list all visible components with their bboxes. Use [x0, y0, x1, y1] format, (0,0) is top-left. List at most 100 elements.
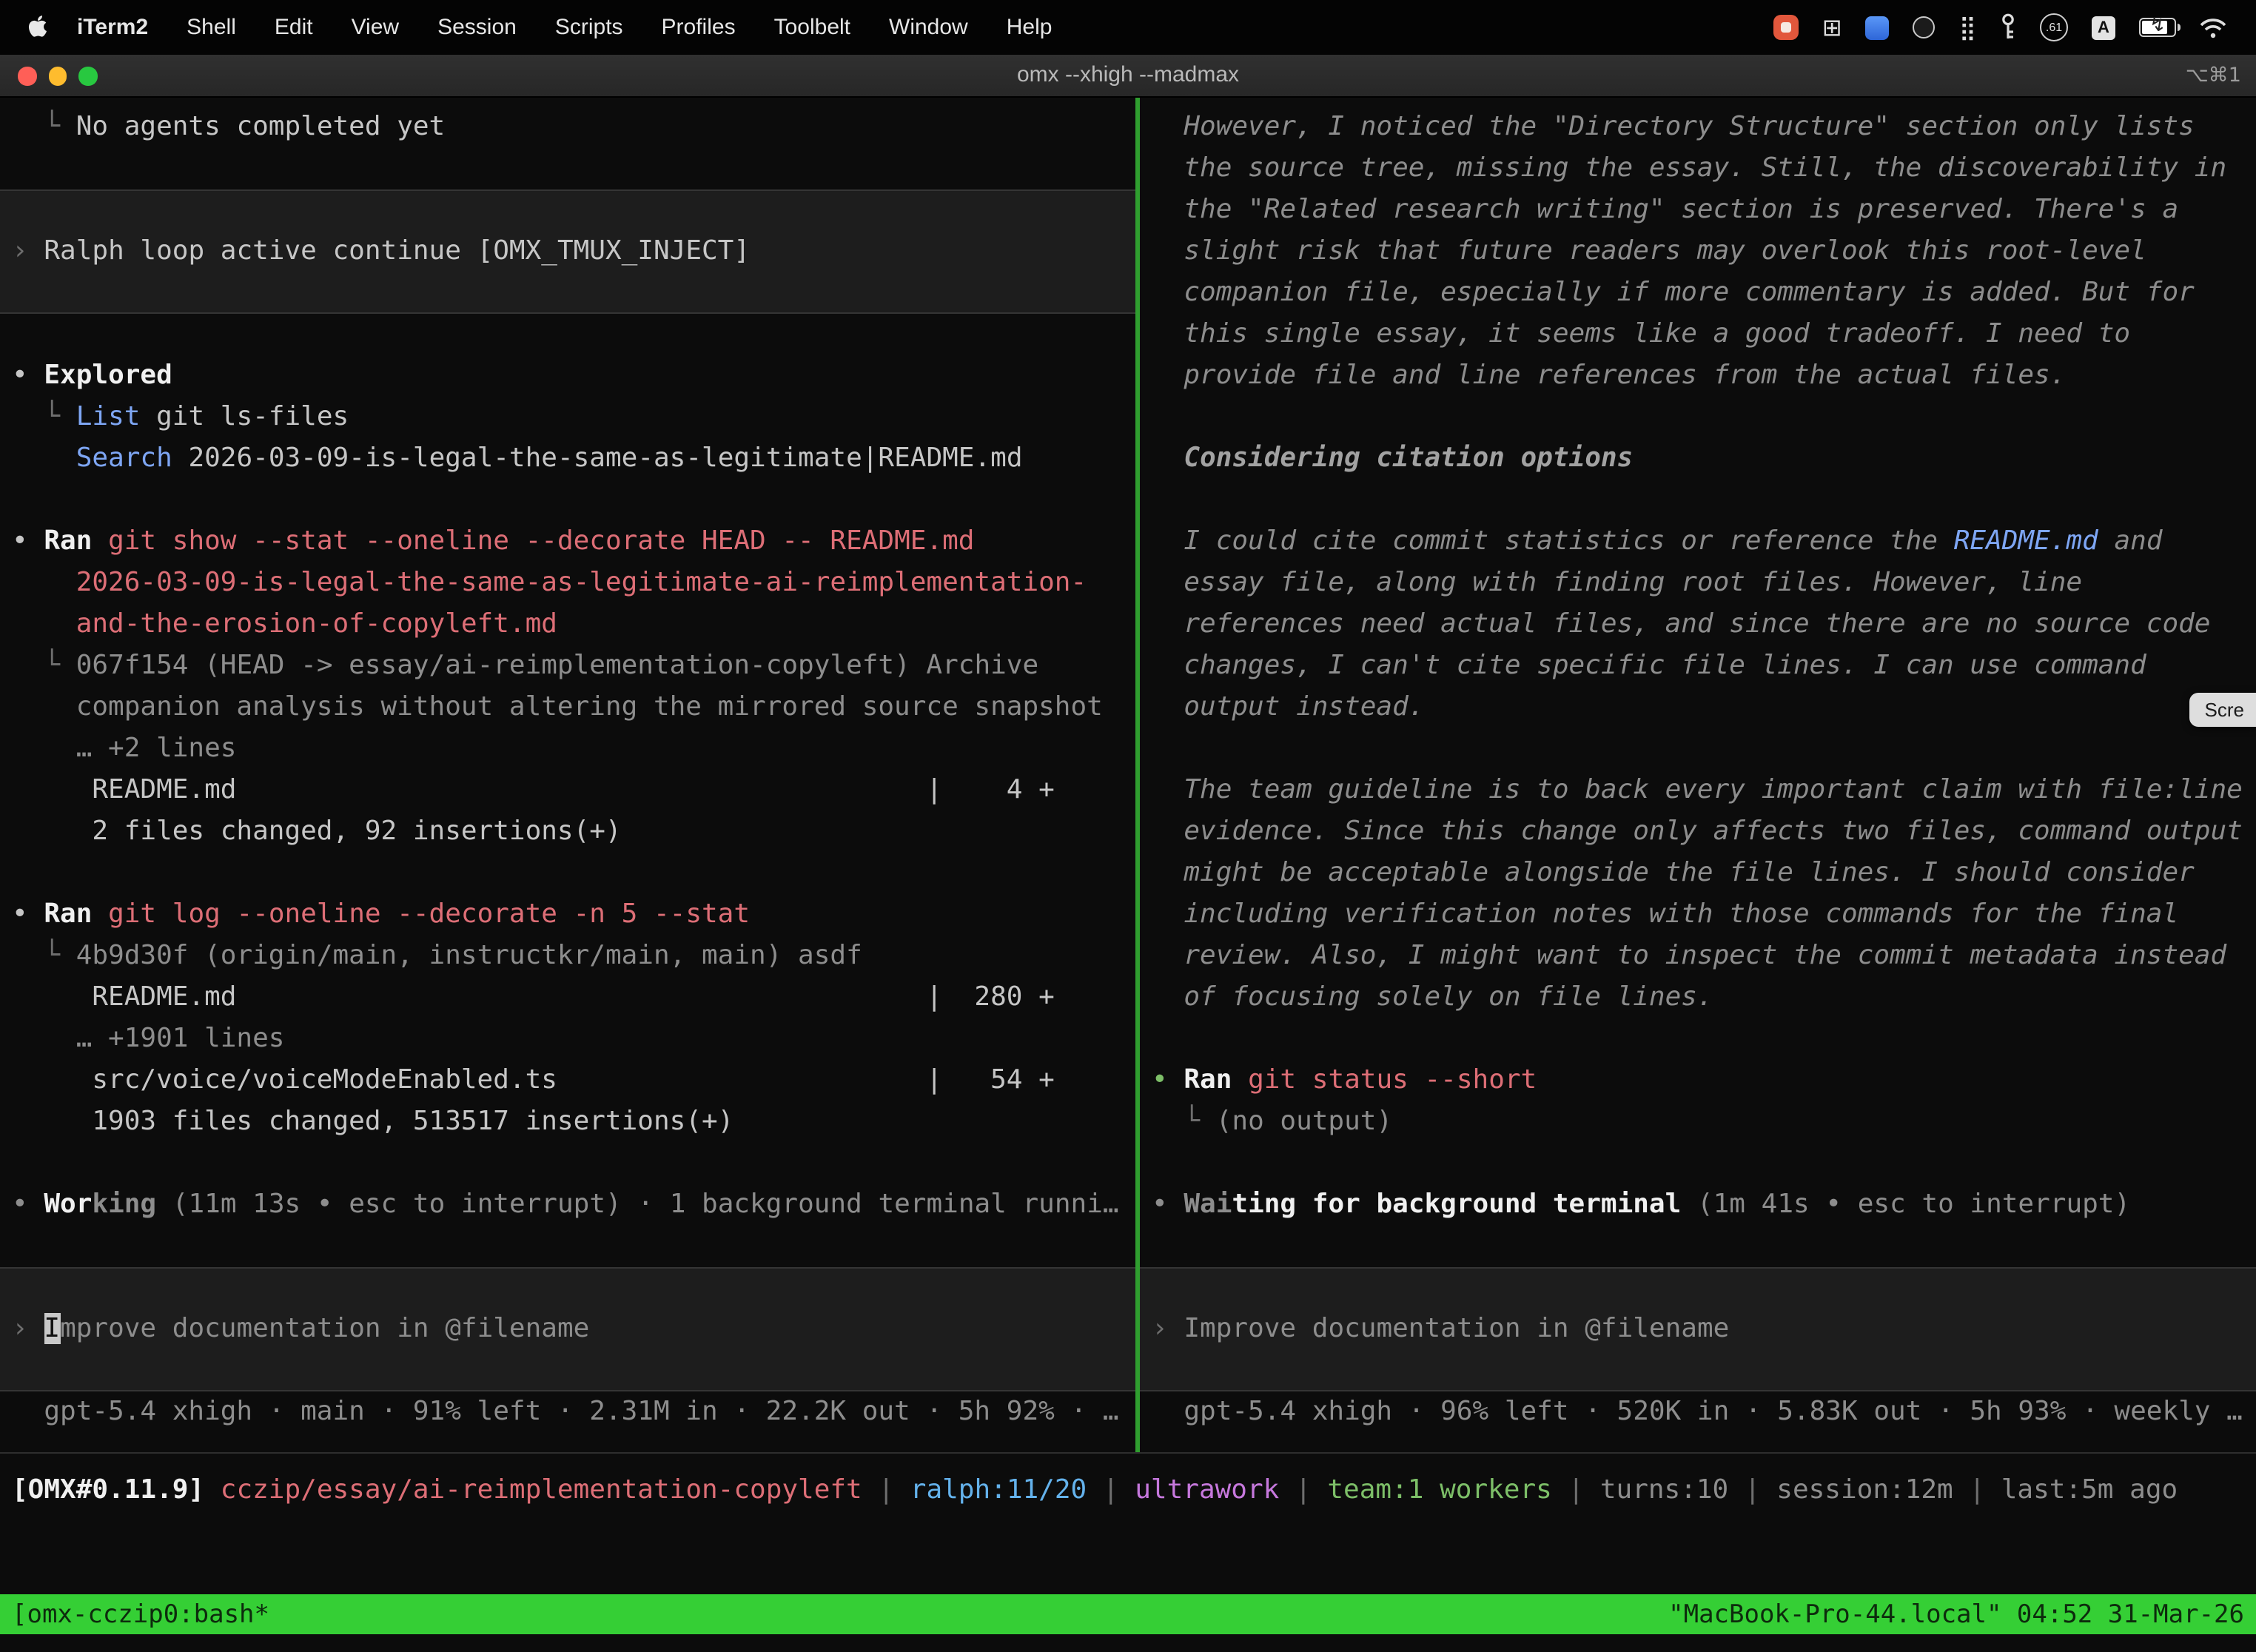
- menu-item-profiles[interactable]: Profiles: [642, 15, 755, 40]
- prompt-input[interactable]: › Improve documentation in @filename: [1140, 1267, 2256, 1391]
- apple-menu-icon[interactable]: [27, 14, 49, 41]
- omx-status-region: [OMX#0.11.9] cczip/essay/ai-reimplementa…: [0, 1454, 2256, 1594]
- window-grid-icon[interactable]: ⊞: [1822, 13, 1842, 41]
- terminal-line: gpt-5.4 xhigh · 96% left · 520K in · 5.8…: [1140, 1391, 2256, 1433]
- terminal-area: └ No agents completed yet › Ralph loop ac…: [0, 98, 2256, 1454]
- terminal-line: … +1901 lines: [0, 1018, 1135, 1060]
- menu-item-edit[interactable]: Edit: [255, 15, 332, 40]
- menu-items: iTerm2ShellEditViewSessionScriptsProfile…: [58, 15, 1071, 40]
- terminal-line: I could cite commit statistics or refere…: [1140, 521, 2256, 563]
- terminal-line: output instead.: [1140, 687, 2256, 728]
- stop-square-icon: [1781, 22, 1791, 33]
- omx-status-line: [OMX#0.11.9] cczip/essay/ai-reimplementa…: [0, 1470, 2256, 1511]
- window-title-bar[interactable]: omx --xhigh --madmax ⌥⌘1: [0, 55, 2256, 98]
- wifi-icon[interactable]: [2200, 17, 2226, 38]
- terminal-line: └ 067f154 (HEAD -> essay/ai-reimplementa…: [0, 645, 1135, 687]
- terminal-line: The team guideline is to back every impo…: [1140, 770, 2256, 811]
- terminal-line: [0, 314, 1135, 355]
- terminal-line: README.md | 4 +: [0, 770, 1135, 811]
- terminal-line: However, I noticed the "Directory Struct…: [1140, 107, 2256, 148]
- terminal-line: this single essay, it seems like a good …: [1140, 314, 2256, 355]
- terminal-line: [0, 480, 1135, 521]
- terminal-line: companion analysis without altering the …: [0, 687, 1135, 728]
- terminal-line: └ (no output): [1140, 1101, 2256, 1143]
- terminal-line: [0, 853, 1135, 894]
- terminal-line: review. Also, I might want to inspect th…: [1140, 936, 2256, 977]
- battery-icon[interactable]: ↯: [2139, 18, 2176, 37]
- key-icon[interactable]: [2000, 13, 2016, 41]
- left-pane[interactable]: └ No agents completed yet › Ralph loop ac…: [0, 98, 1135, 1452]
- terminal-line: provide file and line references from th…: [1140, 355, 2256, 397]
- menu-item-iterm2[interactable]: iTerm2: [58, 15, 167, 40]
- terminal-line: 1903 files changed, 513517 insertions(+): [0, 1101, 1135, 1143]
- left-pane-content: └ No agents completed yet › Ralph loop ac…: [0, 107, 1135, 1433]
- terminal-line: • Explored: [0, 355, 1135, 397]
- window-shortcut-badge: ⌥⌘1: [2186, 55, 2241, 96]
- screen: iTerm2ShellEditViewSessionScriptsProfile…: [0, 0, 2256, 1652]
- menu-item-scripts[interactable]: Scripts: [536, 15, 642, 40]
- input-source-icon[interactable]: A: [2092, 16, 2115, 39]
- terminal-line: • Ran git log --oneline --decorate -n 5 …: [0, 894, 1135, 936]
- charging-bolt-icon: ↯: [2149, 15, 2166, 37]
- menu-item-help[interactable]: Help: [987, 15, 1072, 40]
- right-pane[interactable]: However, I noticed the "Directory Struct…: [1140, 98, 2256, 1452]
- terminal-line: companion file, especially if more comme…: [1140, 272, 2256, 314]
- battery-nub: [2177, 23, 2181, 30]
- terminal-line: might be acceptable alongside the file l…: [1140, 853, 2256, 894]
- terminal-line: the source tree, missing the essay. Stil…: [1140, 148, 2256, 189]
- terminal-line: [0, 1143, 1135, 1184]
- terminal-line: └ 4b9d30f (origin/main, instructkr/main,…: [0, 936, 1135, 977]
- dots-grid-icon[interactable]: ⣿: [1959, 13, 1976, 41]
- screen-recording-indicator-icon[interactable]: [1773, 15, 1799, 40]
- terminal-line: essay file, along with finding root file…: [1140, 563, 2256, 604]
- terminal-line: └ List git ls-files: [0, 397, 1135, 438]
- blue-app-icon[interactable]: [1866, 16, 1890, 39]
- terminal-line: evidence. Since this change only affects…: [1140, 811, 2256, 853]
- ralph-loop-banner[interactable]: › Ralph loop active continue [OMX_TMUX_I…: [0, 189, 1135, 314]
- battery-percentage-circle-icon[interactable]: .61: [2040, 13, 2068, 41]
- menu-item-shell[interactable]: Shell: [167, 15, 255, 40]
- terminal-line: [0, 148, 1135, 189]
- terminal-line: gpt-5.4 xhigh · main · 91% left · 2.31M …: [0, 1391, 1135, 1433]
- screen-overlay-button[interactable]: Scre: [2190, 693, 2256, 727]
- terminal-line: [0, 1226, 1135, 1267]
- terminal-line: 2 files changed, 92 insertions(+): [0, 811, 1135, 853]
- terminal-line: the "Related research writing" section i…: [1140, 189, 2256, 231]
- terminal-line: [1140, 480, 2256, 521]
- prompt-input[interactable]: › Improve documentation in @filename: [0, 1267, 1135, 1391]
- terminal-line: README.md | 280 +: [0, 977, 1135, 1018]
- menu-bar: iTerm2ShellEditViewSessionScriptsProfile…: [0, 0, 2256, 55]
- terminal-line: slight risk that future readers may over…: [1140, 231, 2256, 272]
- menu-item-session[interactable]: Session: [418, 15, 536, 40]
- menu-item-toolbelt[interactable]: Toolbelt: [755, 15, 870, 40]
- right-pane-content: However, I noticed the "Directory Struct…: [1140, 107, 2256, 1433]
- menubar-status-icons: ⊞ ⣿ .61 A ↯: [1773, 13, 2238, 41]
- terminal-line: └ No agents completed yet: [0, 107, 1135, 148]
- tmux-status-bar: [omx-cczip0:bash* "MacBook-Pro-44.local"…: [0, 1594, 2256, 1634]
- terminal-line: and-the-erosion-of-copyleft.md: [0, 604, 1135, 645]
- terminal-line: … +2 lines: [0, 728, 1135, 770]
- terminal-line: [1140, 1143, 2256, 1184]
- terminal-line: changes, I can't cite specific file line…: [1140, 645, 2256, 687]
- terminal-line: [1140, 1018, 2256, 1060]
- terminal-line: [1140, 1226, 2256, 1267]
- terminal-line: • Waiting for background terminal (1m 41…: [1140, 1184, 2256, 1226]
- terminal-line: including verification notes with those …: [1140, 894, 2256, 936]
- terminal-line: Search 2026-03-09-is-legal-the-same-as-l…: [0, 438, 1135, 480]
- terminal-line: • Ran git status --short: [1140, 1060, 2256, 1101]
- tmux-session-label[interactable]: [omx-cczip0:bash*: [12, 1599, 269, 1629]
- terminal-line: 2026-03-09-is-legal-the-same-as-legitima…: [0, 563, 1135, 604]
- terminal-line: • Ran git show --stat --oneline --decora…: [0, 521, 1135, 563]
- menu-item-window[interactable]: Window: [870, 15, 987, 40]
- terminal-line: [1140, 397, 2256, 438]
- menu-item-view[interactable]: View: [332, 15, 419, 40]
- terminal-line: references need actual files, and since …: [1140, 604, 2256, 645]
- terminal-line: of focusing solely on file lines.: [1140, 977, 2256, 1018]
- terminal-line: [1140, 728, 2256, 770]
- tmux-host-clock-label: "MacBook-Pro-44.local" 04:52 31-Mar-26: [1668, 1599, 2244, 1629]
- terminal-line: src/voice/voiceModeEnabled.ts | 54 +: [0, 1060, 1135, 1101]
- terminal-line: Considering citation options: [1140, 438, 2256, 480]
- dark-circle-app-icon[interactable]: [1913, 16, 1936, 38]
- terminal-line: • Working (11m 13s • esc to interrupt) ·…: [0, 1184, 1135, 1226]
- window-title: omx --xhigh --madmax: [0, 55, 2256, 96]
